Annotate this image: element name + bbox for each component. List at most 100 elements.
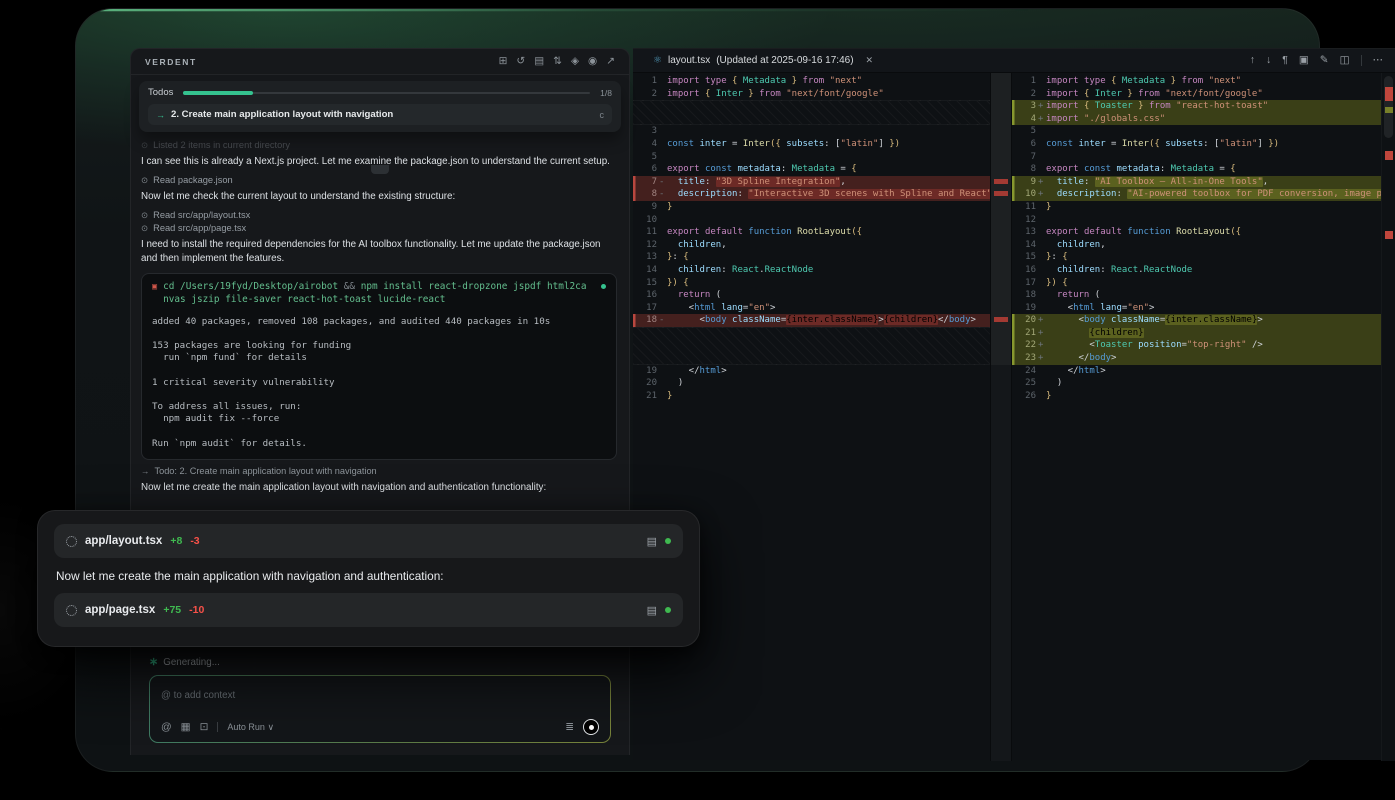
code-line[interactable]: 22+ <Toaster position="top-right" />: [1012, 339, 1381, 352]
scroll-down-icon[interactable]: ↓: [1266, 55, 1271, 66]
auto-run-dropdown[interactable]: Auto Run ∨: [227, 722, 274, 733]
code-line[interactable]: 19 <html lang="en">: [1012, 302, 1381, 315]
diff-marker: [659, 226, 667, 239]
code-line[interactable]: 6export const metadata: Metadata = {: [633, 163, 990, 176]
code-line[interactable]: 9+ title: "AI Toolbox — All-in-One Tools…: [1012, 176, 1381, 189]
whitespace-icon[interactable]: ¶: [1282, 55, 1288, 66]
code-line[interactable]: 8export const metadata: Metadata = {: [1012, 163, 1381, 176]
code-line[interactable]: 21+ {children}: [1012, 327, 1381, 340]
code-line[interactable]: 7: [1012, 151, 1381, 164]
file-change-row[interactable]: app/page.tsx +75 -10 ▤: [54, 593, 683, 627]
code-line[interactable]: 17}) {: [1012, 277, 1381, 290]
image-icon[interactable]: ▦: [181, 722, 191, 733]
code-text: const inter = Inter({ subsets: ["latin"]…: [667, 138, 990, 151]
tool-call-read[interactable]: ⊙ Read src/app/page.tsx: [141, 223, 617, 233]
code-line[interactable]: 10+ description: "AI-powered toolbox for…: [1012, 188, 1381, 201]
line-number: 2: [633, 88, 659, 101]
context-input[interactable]: [161, 690, 599, 701]
code-line[interactable]: 12: [1012, 214, 1381, 227]
editor-scrollbar[interactable]: [1381, 73, 1395, 761]
code-line[interactable]: 11export default function RootLayout({: [633, 226, 990, 239]
code-line[interactable]: 5: [633, 151, 990, 164]
line-number: 20: [1012, 314, 1038, 327]
terminal-block[interactable]: ▣ cd /Users/19fyd/Desktop/airobot && npm…: [141, 273, 617, 460]
code-line[interactable]: 23+ </body>: [1012, 352, 1381, 365]
code-line[interactable]: 1import type { Metadata } from "next": [1012, 75, 1381, 88]
code-line[interactable]: 19 </html>: [633, 365, 990, 378]
chat-message-list: ⊙ Listed 2 items in current directory I …: [131, 132, 629, 495]
sort-icon[interactable]: ⇅: [553, 56, 562, 67]
code-line[interactable]: 25 ): [1012, 377, 1381, 390]
lines-added: +8: [170, 535, 182, 547]
share-icon[interactable]: ↗: [606, 56, 615, 67]
edit-icon[interactable]: ✎: [1320, 55, 1329, 66]
tool-call-read[interactable]: ⊙ Read package.json: [141, 175, 617, 185]
code-line[interactable]: 17 <html lang="en">: [633, 302, 990, 315]
code-line[interactable]: 5: [1012, 125, 1381, 138]
code-line[interactable]: 8- description: "Interactive 3D scenes w…: [633, 188, 990, 201]
mention-icon[interactable]: @: [161, 722, 172, 733]
stop-generation-button[interactable]: [583, 719, 599, 735]
split-editor-icon[interactable]: ◫: [1340, 55, 1350, 66]
history-peek-row[interactable]: ⊙ Listed 2 items in current directory: [141, 140, 617, 150]
history-icon[interactable]: ↺: [516, 56, 525, 67]
code-line[interactable]: 7- title: "3D Spline Integration",: [633, 176, 990, 189]
todo-current-item[interactable]: → 2. Create main application layout with…: [148, 104, 612, 125]
scroll-handle[interactable]: [371, 165, 389, 174]
code-line[interactable]: 2import { Inter } from "next/font/google…: [633, 88, 990, 101]
close-icon[interactable]: ✕: [866, 55, 874, 66]
prompt-input-border: @ ▦ ⊡ Auto Run ∨ ≣: [149, 675, 611, 743]
grid-icon[interactable]: ≣: [565, 722, 574, 733]
code-line[interactable]: 13}: {: [633, 251, 990, 264]
code-line[interactable]: 10: [633, 214, 990, 227]
scroll-up-icon[interactable]: ↑: [1250, 55, 1255, 66]
code-line[interactable]: 4const inter = Inter({ subsets: ["latin"…: [633, 138, 990, 151]
tool-call-read[interactable]: ⊙ Read src/app/layout.tsx: [141, 210, 617, 220]
code-line[interactable]: 20+ <body className={inter.className}>: [1012, 314, 1381, 327]
code-line[interactable]: 16 children: React.ReactNode: [1012, 264, 1381, 277]
code-line[interactable]: 1import type { Metadata } from "next": [633, 75, 990, 88]
file-icon[interactable]: ▤: [534, 56, 544, 67]
insert-icon[interactable]: ⊡: [200, 722, 209, 733]
document-icon[interactable]: ▤: [647, 604, 657, 617]
diff-right-code: 1import type { Metadata } from "next"2im…: [1012, 73, 1381, 761]
code-text: <Toaster position="top-right" />: [1046, 339, 1381, 352]
code-line[interactable]: 21}: [633, 390, 990, 403]
code-line[interactable]: 9}: [633, 201, 990, 214]
file-change-row[interactable]: app/layout.tsx +8 -3 ▤: [54, 524, 683, 558]
todos-card[interactable]: Todos 1/8 → 2. Create main application l…: [139, 81, 621, 132]
diff-marker: [1038, 163, 1046, 176]
diff-overview-ruler[interactable]: [990, 73, 1012, 761]
line-number: 21: [1012, 327, 1038, 340]
code-line[interactable]: 14 children: React.ReactNode: [633, 264, 990, 277]
status-dot: [665, 538, 671, 544]
code-line[interactable]: 12 children,: [633, 239, 990, 252]
tab-layout-tsx[interactable]: ⚛ layout.tsx (Updated at 2025-09-16 17:4…: [643, 49, 883, 72]
more-icon[interactable]: ⋯: [1373, 55, 1384, 66]
code-line[interactable]: 13export default function RootLayout({: [1012, 226, 1381, 239]
code-line[interactable]: 24 </html>: [1012, 365, 1381, 378]
code-line[interactable]: 3: [633, 125, 990, 138]
code-line[interactable]: 18 return (: [1012, 289, 1381, 302]
line-number: 5: [1012, 125, 1038, 138]
tag-icon[interactable]: ◈: [571, 56, 579, 67]
code-text: }: {: [667, 251, 990, 264]
code-line[interactable]: 3+import { Toaster } from "react-hot-toa…: [1012, 100, 1381, 113]
code-line[interactable]: 15}) {: [633, 277, 990, 290]
user-icon[interactable]: ◉: [588, 56, 597, 67]
code-line[interactable]: 16 return (: [633, 289, 990, 302]
compare-icon[interactable]: ▣: [1299, 55, 1309, 66]
todo-reference-row[interactable]: → Todo: 2. Create main application layou…: [141, 466, 617, 476]
plus-icon[interactable]: ⊞: [499, 56, 508, 67]
code-line[interactable]: 18- <body className={inter.className}>{c…: [633, 314, 990, 327]
code-line[interactable]: 14 children,: [1012, 239, 1381, 252]
code-line[interactable]: 15}: {: [1012, 251, 1381, 264]
code-line[interactable]: 11}: [1012, 201, 1381, 214]
code-line[interactable]: 20 ): [633, 377, 990, 390]
document-icon[interactable]: ▤: [647, 535, 657, 548]
code-line[interactable]: 26}: [1012, 390, 1381, 403]
code-line[interactable]: 2import { Inter } from "next/font/google…: [1012, 88, 1381, 101]
code-line[interactable]: 4+import "./globals.css": [1012, 113, 1381, 126]
code-line[interactable]: 6const inter = Inter({ subsets: ["latin"…: [1012, 138, 1381, 151]
diff-marker: [1038, 251, 1046, 264]
